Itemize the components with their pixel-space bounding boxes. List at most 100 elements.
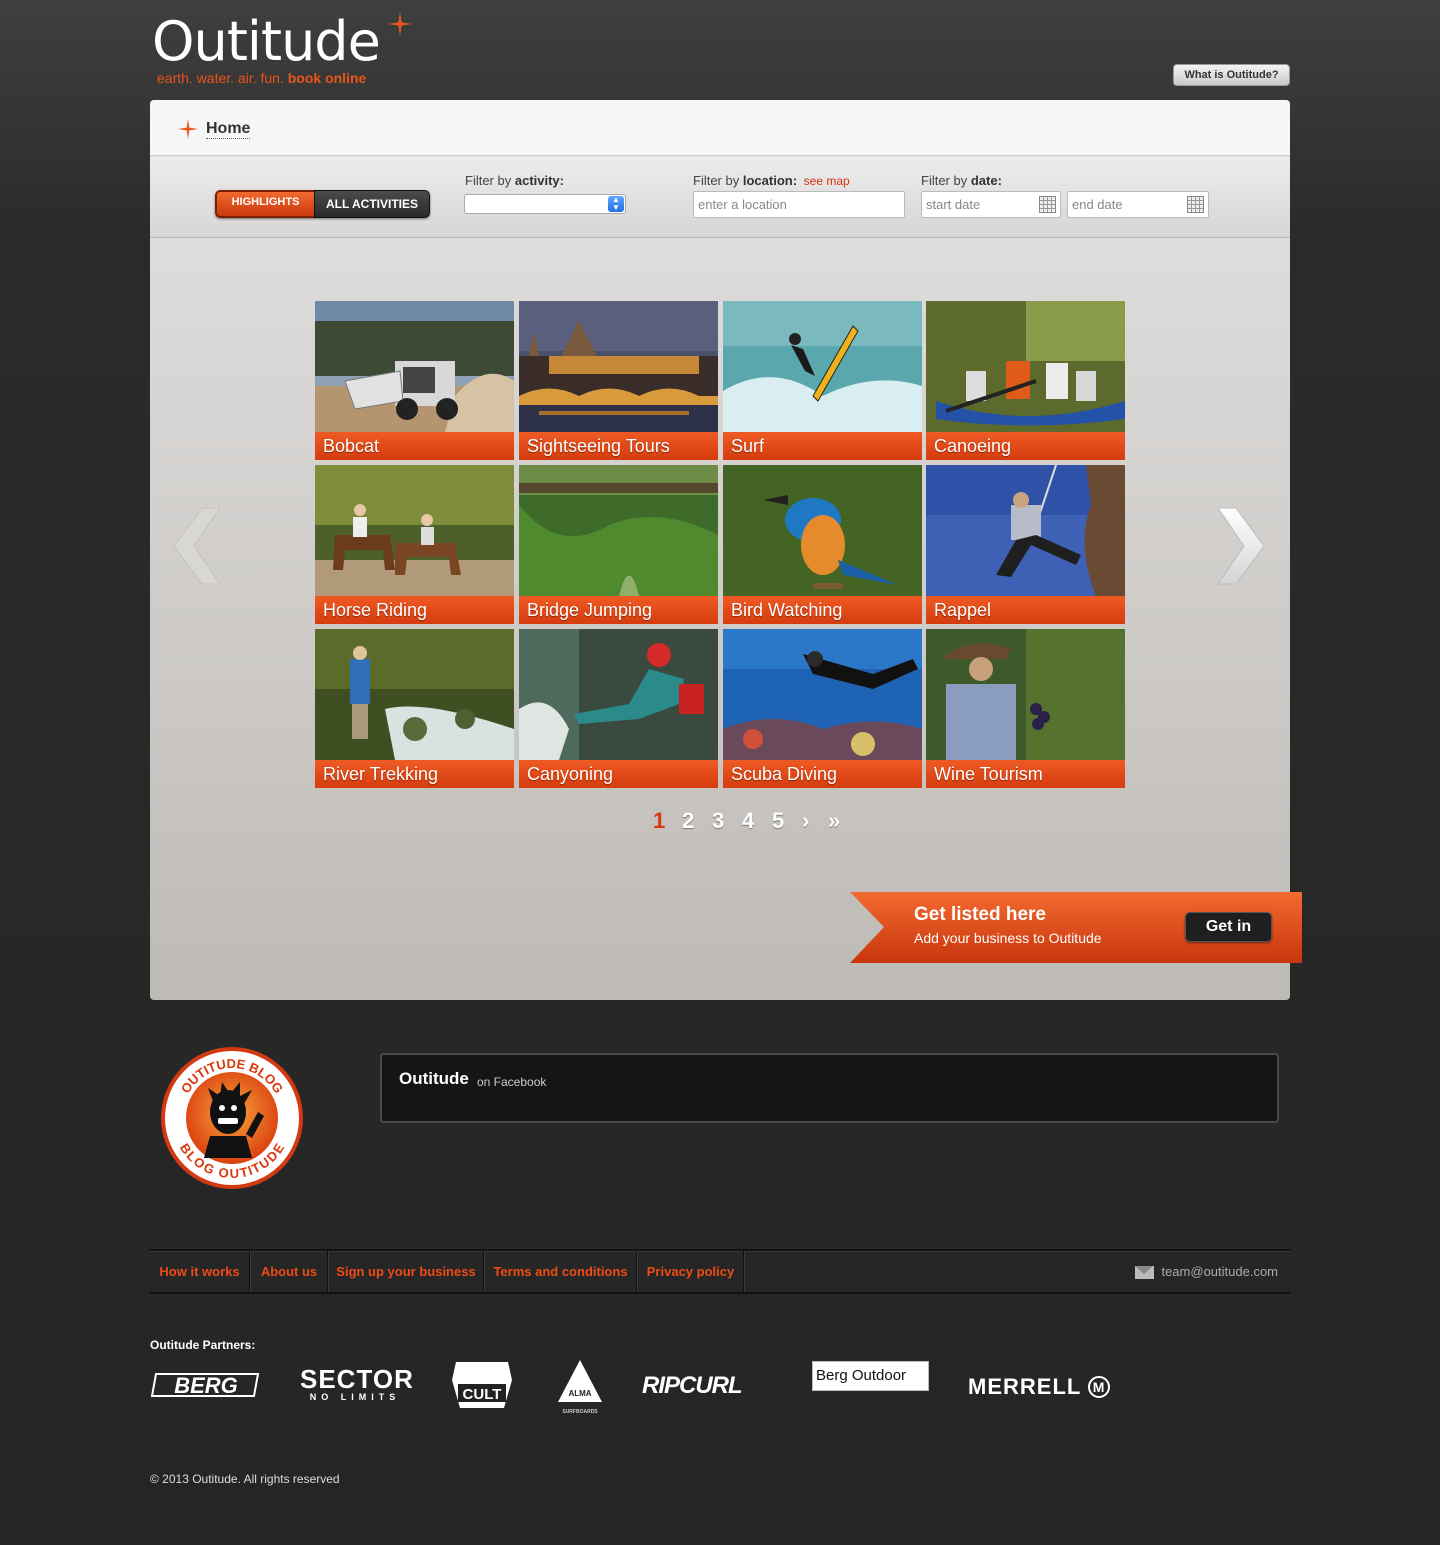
end-date-placeholder: end date <box>1072 197 1123 212</box>
outitude-logo[interactable]: Outitude earth. water. air. fun. book on… <box>152 10 412 86</box>
footer-nav: How it works About us Sign up your busin… <box>150 1249 1290 1294</box>
tagline-text: earth. water. air. fun. <box>157 70 284 86</box>
merrell-m-icon: M <box>1088 1376 1111 1398</box>
partners-title: Outitude Partners: <box>150 1338 256 1352</box>
start-date-input[interactable]: start date <box>921 191 1061 218</box>
first-page-button[interactable]: « <box>594 806 606 836</box>
prev-page-button[interactable]: ‹ <box>626 806 633 836</box>
bobcat-photo-icon <box>315 301 514 432</box>
sector-logo-text: SECTOR <box>300 1364 414 1394</box>
get-listed-banner: Get listed here Add your business to Out… <box>850 892 1302 963</box>
activity-caption: Wine Tourism <box>926 760 1125 788</box>
rappel-photo-icon <box>926 465 1125 596</box>
date-filter-label: Filter by date: <box>921 173 1002 188</box>
activity-tile[interactable]: Canoeing <box>926 301 1125 460</box>
activity-select[interactable]: ▲ ▼ <box>464 194 626 214</box>
view-toggle: HIGHLIGHTS ALL ACTIVITIES <box>215 190 430 218</box>
canyoning-photo-icon <box>519 629 718 760</box>
activity-tile[interactable]: Horse Riding <box>315 465 514 624</box>
footer-link-sign-up[interactable]: Sign up your business <box>329 1251 485 1292</box>
facebook-suffix: on Facebook <box>477 1075 547 1089</box>
activity-caption: Horse Riding <box>315 596 514 624</box>
merrell-logo[interactable]: MERRELL M <box>968 1374 1133 1404</box>
get-listed-title: Get listed here <box>914 904 1046 925</box>
end-date-input[interactable]: end date <box>1067 191 1209 218</box>
location-filter-label: Filter by location: see map <box>693 173 850 188</box>
activity-tile[interactable]: Rappel <box>926 465 1125 624</box>
filter-bar: HIGHLIGHTS ALL ACTIVITIES Filter by acti… <box>150 157 1290 238</box>
horse-riding-photo-icon <box>315 465 514 596</box>
page-2-link[interactable]: 2 <box>682 806 694 836</box>
activity-tile[interactable]: River Trekking <box>315 629 514 788</box>
calendar-icon[interactable] <box>1039 196 1056 213</box>
activity-tile[interactable]: Bird Watching <box>723 465 922 624</box>
activity-caption: Surf <box>723 432 922 460</box>
alma-surfboards-logo[interactable]: ALMA SURFBOARDS <box>552 1358 608 1416</box>
calendar-icon[interactable] <box>1187 196 1204 213</box>
ripcurl-logo[interactable]: RIPCURL <box>642 1372 772 1402</box>
page-1-link[interactable]: 1 <box>653 806 665 836</box>
footer-link-privacy[interactable]: Privacy policy <box>638 1251 745 1292</box>
see-map-link[interactable]: see map <box>804 174 850 188</box>
footer-link-terms[interactable]: Terms and conditions <box>485 1251 638 1292</box>
star-icon <box>388 12 412 36</box>
prev-chevron-icon[interactable] <box>172 506 222 586</box>
facebook-page-name[interactable]: Outitude <box>399 1069 469 1089</box>
label-prefix: Filter by <box>693 173 740 188</box>
sector-logo[interactable]: SECTOR NO LIMITS <box>300 1364 414 1406</box>
activity-caption: Bobcat <box>315 432 514 460</box>
activity-caption: Canyoning <box>519 760 718 788</box>
activity-caption: Bird Watching <box>723 596 922 624</box>
location-input[interactable]: enter a location <box>693 191 905 218</box>
berg-logo-text: BERG <box>174 1373 238 1398</box>
city-night-photo-icon <box>519 301 718 432</box>
river-trek-photo-icon <box>315 629 514 760</box>
all-activities-tab[interactable]: ALL ACTIVITIES <box>314 190 430 218</box>
highlights-tab[interactable]: HIGHLIGHTS <box>215 190 314 218</box>
footer-link-about-us[interactable]: About us <box>251 1251 329 1292</box>
star-icon <box>178 119 198 139</box>
facebook-widget[interactable]: Outitude on Facebook <box>380 1053 1279 1123</box>
tagline: earth. water. air. fun. book online <box>157 70 366 86</box>
page-4-link[interactable]: 4 <box>742 806 754 836</box>
sector-tagline: NO LIMITS <box>309 1392 401 1402</box>
berg-outdoor-broken-image[interactable]: Berg Outdoor <box>812 1361 929 1391</box>
activity-tile[interactable]: Bridge Jumping <box>519 465 718 624</box>
next-chevron-icon[interactable] <box>1216 506 1266 586</box>
berg-logo-icon: BERG <box>150 1373 260 1398</box>
contact-email[interactable]: team@outitude.com <box>1135 1251 1278 1292</box>
activity-caption: Canoeing <box>926 432 1125 460</box>
activity-tile[interactable]: Wine Tourism <box>926 629 1125 788</box>
activity-grid: Bobcat Sightseeing Tours Surf Canoeing H… <box>315 301 1125 789</box>
cult-logo[interactable]: CULT <box>448 1358 516 1414</box>
canoe-photo-icon <box>926 301 1125 432</box>
cult-logo-text: CULT <box>463 1386 502 1403</box>
bridge-gorge-photo-icon <box>519 465 718 596</box>
activity-tile[interactable]: Bobcat <box>315 301 514 460</box>
label-prefix: Filter by <box>465 173 512 188</box>
cult-logo-icon: CULT <box>452 1362 512 1408</box>
activity-caption: River Trekking <box>315 760 514 788</box>
updown-chevron-icon: ▲ ▼ <box>608 196 624 212</box>
vineyard-photo-icon <box>926 629 1125 760</box>
label-bold: location: <box>742 173 798 188</box>
breadcrumb-home-link[interactable]: Home <box>206 120 251 139</box>
outitude-blog-badge[interactable]: OUTITUDE BLOG BLOG OUTITUDE <box>160 1046 304 1190</box>
activity-tile[interactable]: Sightseeing Tours <box>519 301 718 460</box>
what-is-outitude-button[interactable]: What is Outitude? <box>1173 64 1290 86</box>
activity-tile[interactable]: Canyoning <box>519 629 718 788</box>
get-in-button[interactable]: Get in <box>1185 912 1272 942</box>
page-5-link[interactable]: 5 <box>772 806 784 836</box>
activity-caption: Rappel <box>926 596 1125 624</box>
logo-wordmark: Outitude <box>152 10 381 73</box>
page-3-link[interactable]: 3 <box>712 806 724 836</box>
activity-tile[interactable]: Surf <box>723 301 922 460</box>
next-page-button[interactable]: › <box>802 806 809 836</box>
get-listed-subtitle: Add your business to Outitude <box>914 930 1102 946</box>
activity-tile[interactable]: Scuba Diving <box>723 629 922 788</box>
footer-link-how-it-works[interactable]: How it works <box>150 1251 251 1292</box>
kingfisher-photo-icon <box>723 465 922 596</box>
envelope-icon <box>1135 1266 1155 1279</box>
last-page-button[interactable]: » <box>828 806 840 836</box>
berg-cycles-logo[interactable]: BERG <box>150 1370 262 1404</box>
